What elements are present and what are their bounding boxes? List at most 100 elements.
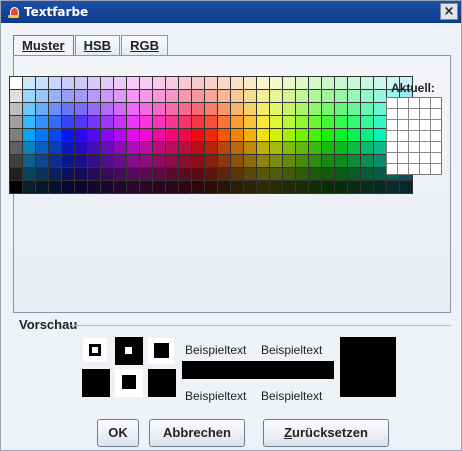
recent-color-swatch[interactable] — [431, 164, 441, 174]
color-swatch[interactable] — [218, 77, 230, 89]
color-swatch[interactable] — [309, 77, 321, 89]
color-swatch[interactable] — [348, 168, 360, 180]
color-swatch[interactable] — [114, 181, 126, 193]
color-swatch[interactable] — [10, 181, 22, 193]
color-swatch[interactable] — [322, 116, 334, 128]
recent-color-swatch[interactable] — [387, 98, 397, 108]
color-swatch[interactable] — [335, 168, 347, 180]
color-swatch[interactable] — [270, 168, 282, 180]
color-swatch[interactable] — [374, 168, 386, 180]
color-swatch[interactable] — [140, 181, 152, 193]
recent-color-swatch[interactable] — [409, 153, 419, 163]
color-swatch[interactable] — [127, 168, 139, 180]
color-swatch[interactable] — [257, 181, 269, 193]
color-swatch[interactable] — [36, 116, 48, 128]
recent-colors-grid[interactable] — [386, 97, 442, 175]
color-swatch[interactable] — [244, 129, 256, 141]
cancel-button[interactable]: Abbrechen — [149, 419, 245, 447]
color-swatch[interactable] — [23, 116, 35, 128]
color-swatch[interactable] — [296, 103, 308, 115]
color-swatch[interactable] — [361, 77, 373, 89]
color-swatch[interactable] — [179, 77, 191, 89]
color-swatch[interactable] — [231, 77, 243, 89]
recent-color-swatch[interactable] — [398, 131, 408, 141]
color-swatch[interactable] — [88, 168, 100, 180]
color-swatch[interactable] — [36, 181, 48, 193]
color-swatch[interactable] — [192, 129, 204, 141]
color-swatch[interactable] — [296, 90, 308, 102]
color-swatch[interactable] — [179, 155, 191, 167]
color-swatch[interactable] — [231, 90, 243, 102]
color-swatch[interactable] — [10, 90, 22, 102]
color-swatch[interactable] — [322, 90, 334, 102]
color-swatch[interactable] — [166, 142, 178, 154]
color-swatch[interactable] — [49, 103, 61, 115]
color-swatch[interactable] — [10, 168, 22, 180]
color-swatch[interactable] — [10, 103, 22, 115]
color-swatch[interactable] — [166, 116, 178, 128]
color-swatch[interactable] — [374, 129, 386, 141]
color-swatch[interactable] — [374, 103, 386, 115]
color-swatch[interactable] — [166, 77, 178, 89]
color-swatch[interactable] — [374, 77, 386, 89]
color-swatch[interactable] — [335, 90, 347, 102]
color-swatch[interactable] — [192, 155, 204, 167]
color-swatch[interactable] — [153, 90, 165, 102]
color-swatch[interactable] — [88, 90, 100, 102]
color-swatch[interactable] — [218, 155, 230, 167]
close-button[interactable]: × — [440, 3, 458, 20]
color-swatch[interactable] — [127, 116, 139, 128]
color-swatch[interactable] — [10, 129, 22, 141]
recent-color-swatch[interactable] — [431, 98, 441, 108]
color-swatch[interactable] — [231, 155, 243, 167]
color-swatch[interactable] — [270, 181, 282, 193]
color-swatch[interactable] — [101, 181, 113, 193]
color-swatch[interactable] — [283, 103, 295, 115]
color-swatch[interactable] — [62, 142, 74, 154]
color-swatch[interactable] — [348, 90, 360, 102]
color-swatch[interactable] — [62, 90, 74, 102]
recent-color-swatch[interactable] — [398, 98, 408, 108]
recent-color-swatch[interactable] — [431, 120, 441, 130]
color-swatch[interactable] — [75, 103, 87, 115]
color-swatch[interactable] — [62, 155, 74, 167]
color-swatch[interactable] — [10, 155, 22, 167]
color-swatch[interactable] — [205, 103, 217, 115]
recent-color-swatch[interactable] — [398, 142, 408, 152]
color-swatch[interactable] — [335, 103, 347, 115]
color-swatch[interactable] — [400, 181, 412, 193]
color-swatch[interactable] — [49, 155, 61, 167]
color-swatch[interactable] — [335, 77, 347, 89]
color-swatch[interactable] — [244, 103, 256, 115]
color-swatch[interactable] — [322, 168, 334, 180]
color-swatch[interactable] — [88, 116, 100, 128]
title-bar[interactable]: Textfarbe × — [1, 1, 461, 23]
color-swatch[interactable] — [10, 116, 22, 128]
color-swatch[interactable] — [322, 103, 334, 115]
recent-color-swatch[interactable] — [420, 153, 430, 163]
color-swatch[interactable] — [322, 142, 334, 154]
color-swatch[interactable] — [75, 155, 87, 167]
color-swatch[interactable] — [127, 103, 139, 115]
color-swatch[interactable] — [296, 168, 308, 180]
color-swatch[interactable] — [36, 90, 48, 102]
reset-button[interactable]: Zurücksetzen — [263, 419, 389, 447]
color-swatch[interactable] — [101, 168, 113, 180]
color-swatch[interactable] — [153, 129, 165, 141]
color-swatch[interactable] — [114, 155, 126, 167]
color-swatch[interactable] — [322, 155, 334, 167]
color-swatch[interactable] — [361, 103, 373, 115]
recent-color-swatch[interactable] — [387, 153, 397, 163]
color-swatch[interactable] — [218, 181, 230, 193]
recent-color-swatch[interactable] — [420, 131, 430, 141]
color-swatch[interactable] — [101, 142, 113, 154]
color-swatch[interactable] — [36, 129, 48, 141]
color-swatch[interactable] — [192, 77, 204, 89]
color-swatch[interactable] — [153, 77, 165, 89]
color-swatch[interactable] — [322, 129, 334, 141]
color-swatch[interactable] — [374, 155, 386, 167]
color-swatch[interactable] — [62, 77, 74, 89]
color-swatch[interactable] — [244, 181, 256, 193]
color-swatch[interactable] — [127, 142, 139, 154]
color-swatch[interactable] — [270, 155, 282, 167]
